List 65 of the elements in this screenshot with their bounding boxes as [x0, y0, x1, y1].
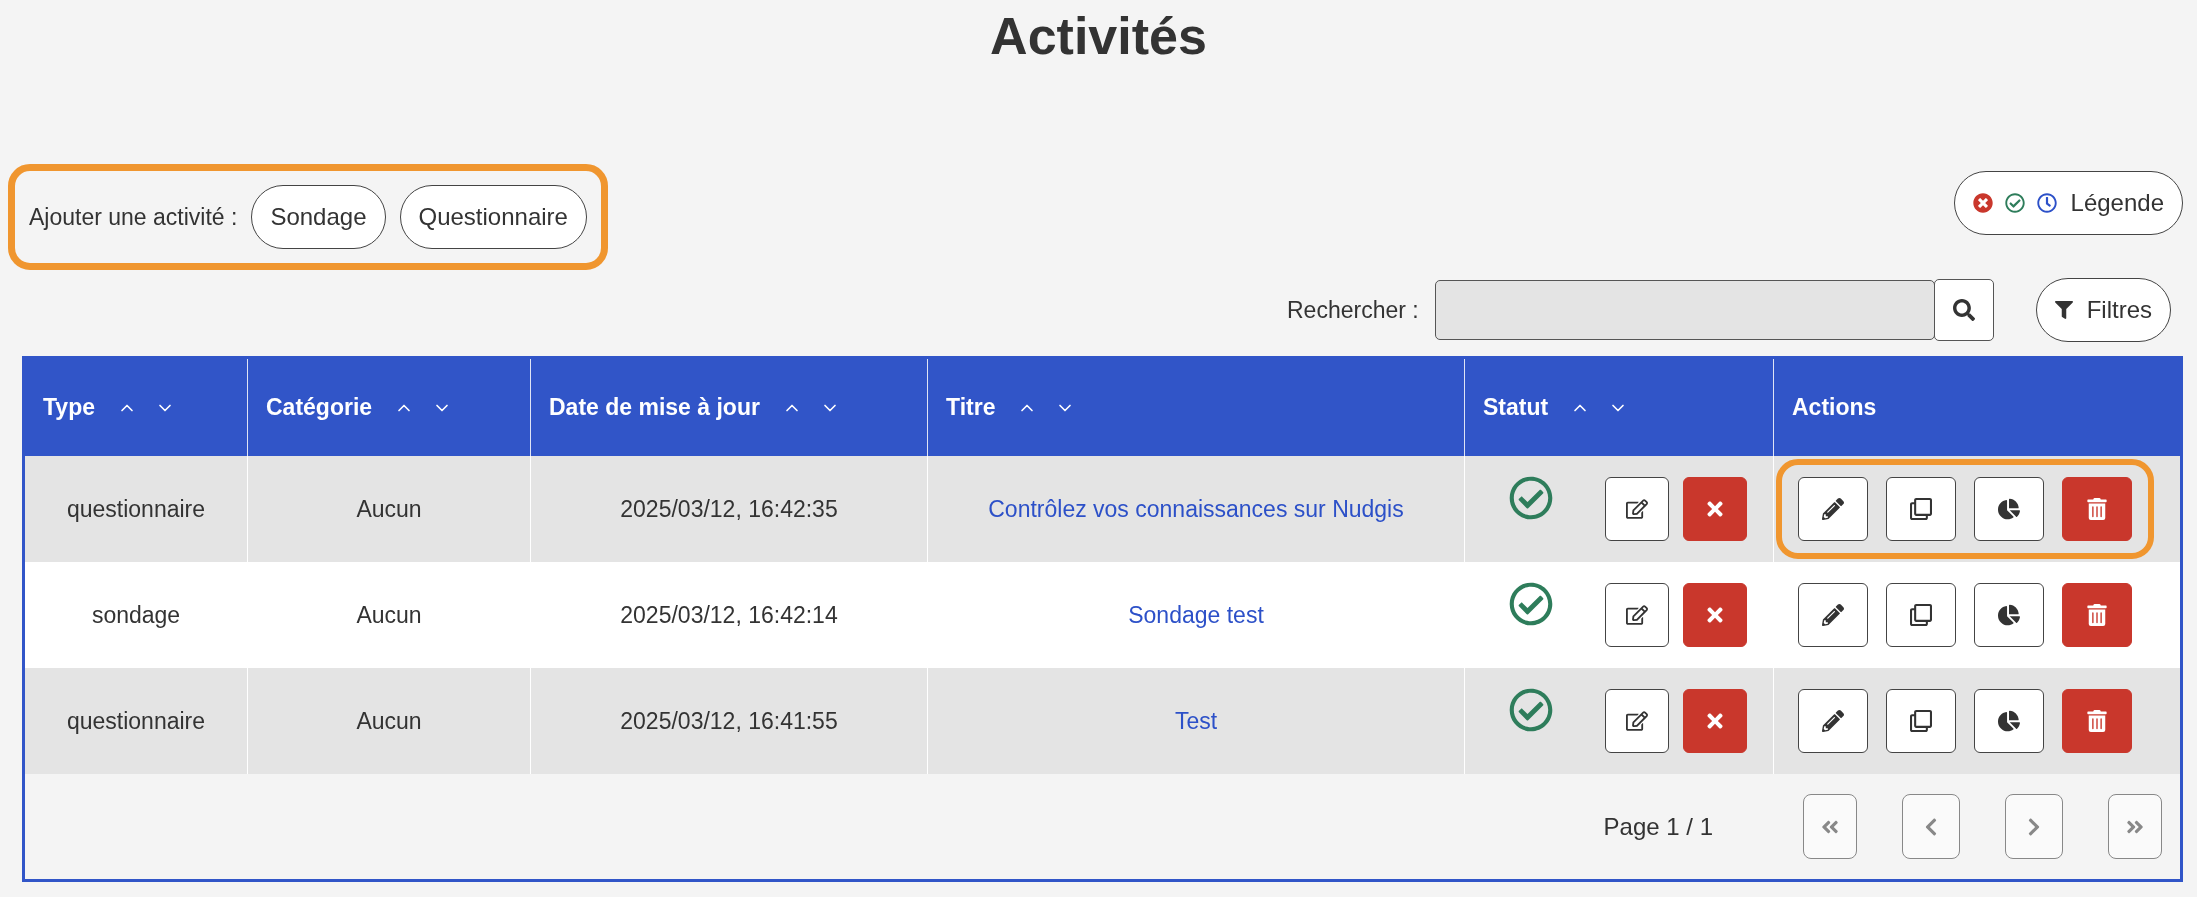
add-activity-button[interactable]: Sondage	[251, 185, 386, 249]
search-icon	[1952, 299, 1975, 321]
filters-button[interactable]: Filtres	[2035, 278, 2171, 342]
copy-icon	[1910, 710, 1932, 732]
type-cell: questionnaire	[66, 707, 206, 735]
statistics-button[interactable]	[1974, 583, 2044, 647]
filter-icon	[2054, 301, 2073, 319]
column-header: Actions	[1792, 394, 1877, 421]
activity-title-link[interactable]: Contrôlez vos connaissances sur Nudgis	[988, 495, 1404, 523]
pencil-icon	[1822, 710, 1844, 732]
close-icon	[1704, 498, 1726, 520]
type-cell: questionnaire	[66, 495, 206, 523]
clock-icon	[2036, 193, 2057, 213]
column-header: Titre	[946, 394, 996, 421]
duplicate-button[interactable]	[1886, 477, 1956, 541]
category-cell: Aucun	[356, 601, 422, 629]
statistics-button[interactable]	[1974, 689, 2044, 753]
cancel-button[interactable]	[1683, 583, 1747, 647]
edit-icon	[1626, 710, 1648, 732]
edit-button[interactable]	[1798, 689, 1868, 753]
activity-title-link[interactable]: Test	[1174, 707, 1218, 735]
add-activity-label: Ajouter une activité :	[29, 203, 238, 231]
pencil-icon	[1822, 604, 1844, 626]
duplicate-button[interactable]	[1886, 583, 1956, 647]
search-label: Rechercher :	[1287, 296, 1419, 324]
statistics-button[interactable]	[1974, 477, 2044, 541]
pie-chart-icon	[1998, 498, 2020, 520]
activity-title-link[interactable]: Sondage test	[1128, 601, 1264, 629]
copy-icon	[1910, 604, 1932, 626]
type-cell: sondage	[91, 601, 181, 629]
column-header: Date de mise à jour	[549, 394, 760, 421]
date-cell: 2025/03/12, 16:42:14	[620, 601, 838, 629]
date-cell: 2025/03/12, 16:41:55	[620, 707, 838, 735]
page-title: Activités	[989, 6, 1208, 67]
page-indicator: Page 1 / 1	[1603, 812, 1713, 841]
cancel-button[interactable]	[1683, 689, 1747, 753]
edit-icon	[1626, 604, 1648, 626]
edit-button[interactable]	[1798, 583, 1868, 647]
edit-status-button[interactable]	[1605, 689, 1669, 753]
trash-icon	[2086, 710, 2108, 732]
search-field[interactable]	[1434, 280, 1935, 340]
legend-button[interactable]: Légende	[1953, 171, 2183, 235]
delete-button[interactable]	[2062, 689, 2132, 753]
category-cell: Aucun	[356, 495, 422, 523]
duplicate-button[interactable]	[1886, 689, 1956, 753]
copy-icon	[1910, 498, 1932, 520]
pie-chart-icon	[1998, 604, 2020, 626]
edit-status-button[interactable]	[1605, 583, 1669, 647]
delete-button[interactable]	[2062, 477, 2132, 541]
trash-icon	[2086, 498, 2108, 520]
edit-icon	[1626, 498, 1648, 520]
pencil-icon	[1822, 498, 1844, 520]
date-cell: 2025/03/12, 16:42:35	[620, 495, 838, 523]
trash-icon	[2086, 604, 2108, 626]
category-cell: Aucun	[356, 707, 422, 735]
column-header: Type	[43, 394, 95, 421]
column-header: Statut	[1483, 394, 1549, 421]
delete-button[interactable]	[2062, 583, 2132, 647]
search-button[interactable]	[1933, 279, 1994, 341]
edit-status-button[interactable]	[1605, 477, 1669, 541]
pie-chart-icon	[1998, 710, 2020, 732]
add-activity-button[interactable]: Questionnaire	[399, 185, 587, 249]
edit-button[interactable]	[1798, 477, 1868, 541]
cancel-button[interactable]	[1683, 477, 1747, 541]
column-header: Catégorie	[266, 394, 373, 421]
